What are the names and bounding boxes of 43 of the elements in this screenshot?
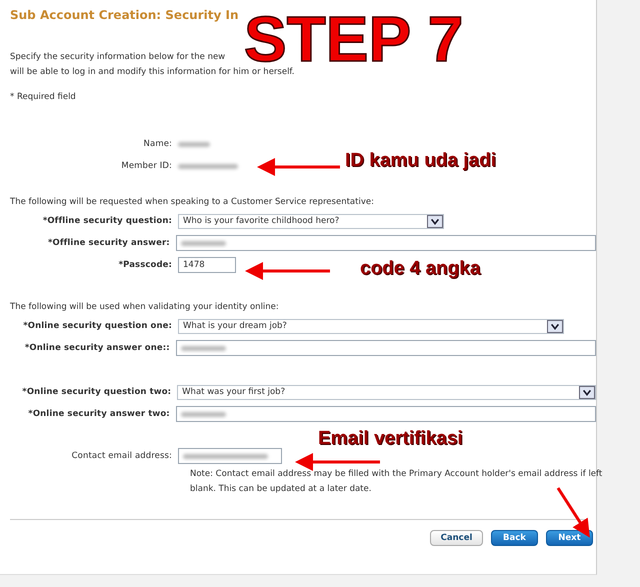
field-label: *Passcode: xyxy=(118,260,173,270)
field-label: Name: xyxy=(142,139,173,149)
field-label: Member ID: xyxy=(120,161,173,171)
arrow-icon xyxy=(258,160,342,174)
field-label: *Offline security question: xyxy=(42,216,173,226)
primary-button[interactable]: Back xyxy=(491,530,538,546)
intro-text: will be able to log in and modify this information for him or herself. xyxy=(10,66,296,79)
primary-button[interactable]: Next xyxy=(546,530,593,546)
step-heading: STEP 7 xyxy=(244,14,464,66)
callout-text: code 4 angka xyxy=(360,258,480,280)
blurred-value xyxy=(180,346,226,350)
blurred-value xyxy=(180,240,226,246)
caret-icon xyxy=(547,320,563,332)
caret-icon xyxy=(579,386,595,398)
field-label: *Online security answer two: xyxy=(27,409,171,419)
dropdown[interactable]: What was your first job? xyxy=(177,384,596,400)
arrow-icon xyxy=(296,455,382,469)
section-heading: The following will be used when validating your identity online: xyxy=(10,301,280,314)
blurred-value xyxy=(180,412,226,416)
input-field[interactable] xyxy=(176,340,596,356)
blurred-value xyxy=(178,164,238,168)
cancel-button[interactable]: Cancel xyxy=(430,530,483,546)
input-field[interactable] xyxy=(176,235,596,251)
input-field[interactable]: 1478 xyxy=(178,257,236,273)
field-label: *Online security question two: xyxy=(21,387,172,397)
intro-text: Specify the security information below for the new xyxy=(10,51,226,64)
input-field[interactable] xyxy=(178,448,282,464)
blurred-value xyxy=(178,142,210,146)
field-label: *Offline security answer: xyxy=(46,238,171,248)
field-label: Contact email address: xyxy=(70,451,173,461)
caret-icon xyxy=(427,214,443,228)
dropdown[interactable]: Who is your favorite childhood hero? xyxy=(178,214,444,228)
callout-text: ID kamu uda jadi xyxy=(345,150,496,172)
field-label: *Online security answer one:: xyxy=(24,343,171,353)
dropdown[interactable]: What is your dream job? xyxy=(178,318,564,334)
field-label: *Online security question one: xyxy=(22,321,173,331)
note-text: Note: Contact email address may be filled with the Primary Account holder's email address if left blank. This can be updated at a later date. xyxy=(190,468,604,496)
input-field[interactable] xyxy=(176,406,596,422)
required-note: * Required field xyxy=(10,91,77,104)
page-title: Sub Account Creation: Security In xyxy=(10,8,240,24)
section-heading: The following will be requested when speaking to a Customer Service representative: xyxy=(10,196,375,209)
arrow-icon xyxy=(246,264,332,278)
callout-text: Email vertifikasi xyxy=(318,428,463,450)
